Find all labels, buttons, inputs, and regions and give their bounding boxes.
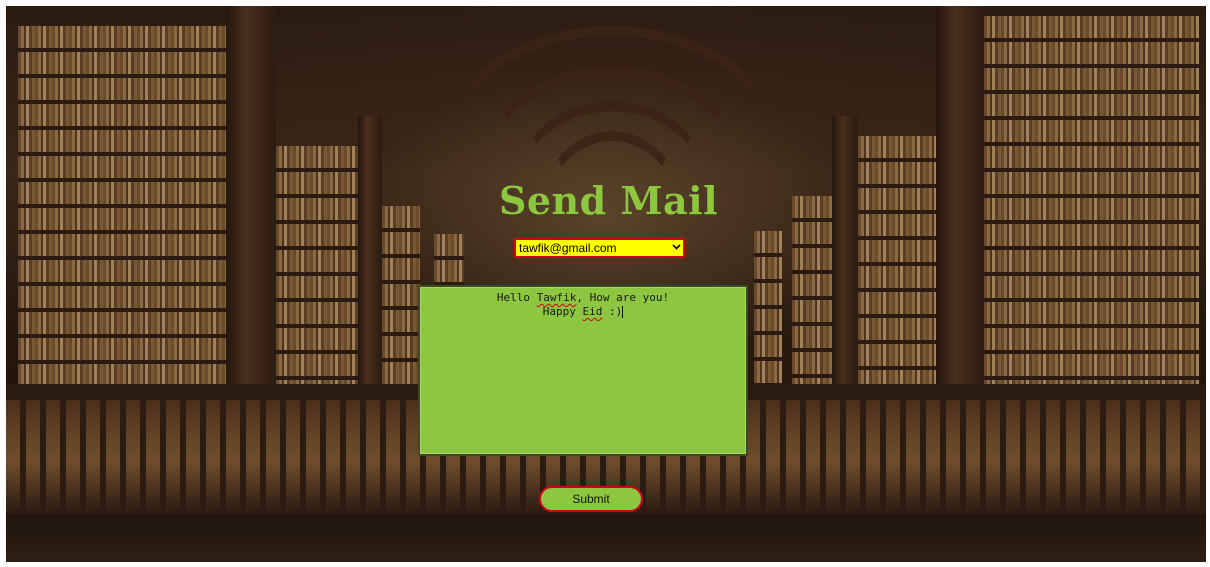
message-text: Happy	[542, 305, 583, 318]
recipient-select[interactable]: tawfik@gmail.com	[514, 238, 685, 258]
message-textarea[interactable]: Hello Tawfik, How are you! Happy Eid :)	[418, 285, 748, 456]
misspelled-word: Eid	[582, 305, 603, 318]
bookshelf	[276, 146, 358, 386]
message-text: , How are you!	[576, 291, 670, 304]
message-line: Hello Tawfik, How are you!	[420, 291, 746, 305]
bookshelf	[984, 16, 1199, 386]
misspelled-word: Tawfik	[536, 291, 577, 304]
submit-button[interactable]: Submit	[539, 486, 643, 512]
pillar	[226, 6, 276, 384]
pillar	[832, 116, 858, 386]
bookshelf	[858, 136, 936, 386]
pillar	[358, 116, 382, 386]
library-background	[6, 6, 1206, 562]
message-line: Happy Eid :)	[420, 305, 746, 319]
pillar	[936, 6, 984, 384]
chevron-down-icon	[669, 243, 683, 253]
page-title: Send Mail	[498, 178, 719, 223]
text-cursor	[622, 306, 624, 318]
bookshelf	[792, 196, 832, 386]
recipient-select-value: tawfik@gmail.com	[519, 241, 617, 255]
lower-gallery	[6, 514, 1206, 562]
page-frame: Send Mail tawfik@gmail.com Hello Tawfik,…	[6, 6, 1206, 562]
message-text: :)	[602, 305, 623, 318]
bookshelf	[382, 206, 420, 386]
message-text: Hello	[496, 291, 537, 304]
bookshelf	[754, 231, 782, 386]
bookshelf	[18, 26, 226, 386]
